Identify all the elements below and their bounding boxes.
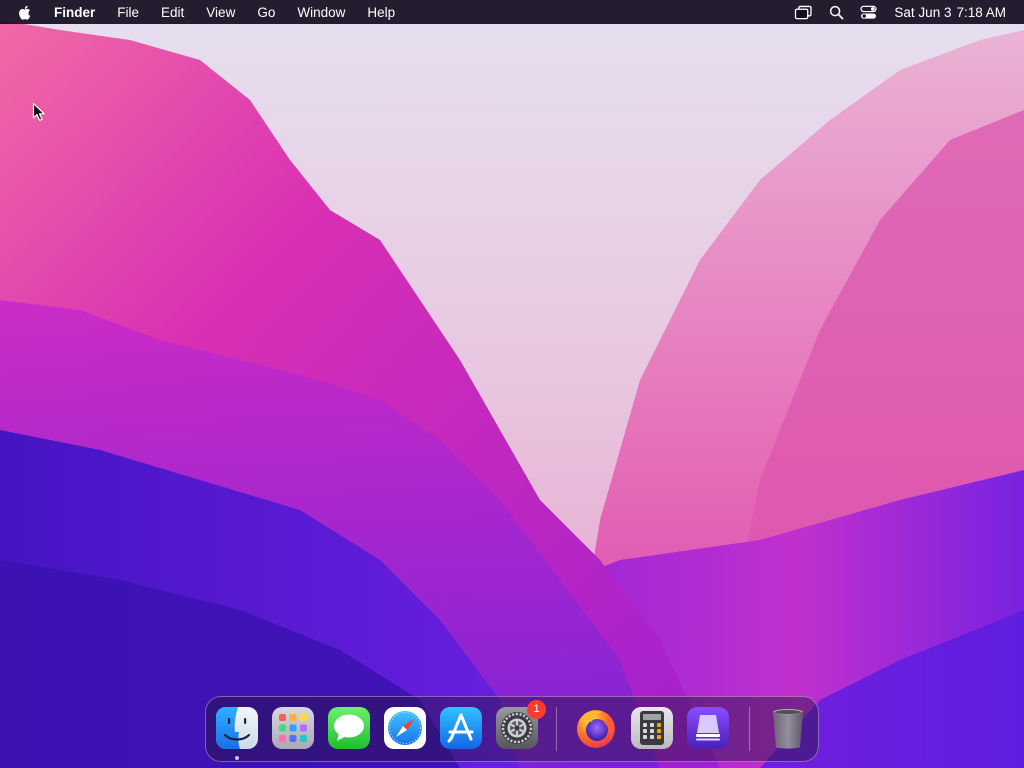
- notification-badge: 1: [527, 700, 546, 719]
- screen-mirroring-icon[interactable]: [794, 5, 813, 20]
- mouse-pointer-icon: [32, 102, 45, 121]
- menu-bar-clock[interactable]: Sat Jun 3 7:18 AM: [894, 5, 1006, 20]
- dock-item-calculator[interactable]: [629, 705, 675, 751]
- menu-bar-left: Finder File Edit View Go Window Help: [0, 0, 417, 24]
- dock-item-trash[interactable]: [765, 705, 811, 751]
- app-store-icon: [440, 707, 482, 749]
- dock-item-finder[interactable]: [214, 705, 260, 751]
- trash-icon: [773, 709, 803, 749]
- clock-time: 7:18 AM: [956, 4, 1006, 20]
- running-indicator-finder: [235, 756, 239, 760]
- spotlight-search-icon[interactable]: [829, 5, 844, 20]
- calculator-icon: [631, 707, 673, 749]
- dock-item-system-settings[interactable]: 1: [494, 700, 546, 751]
- dock-item-firefox[interactable]: [573, 705, 619, 751]
- menu-edit[interactable]: Edit: [161, 5, 184, 20]
- launchpad-icon: [272, 707, 314, 749]
- apple-menu-icon[interactable]: [18, 3, 34, 21]
- dock-separator: [749, 707, 750, 751]
- dock-item-safari[interactable]: [382, 705, 428, 751]
- apple-configurator-icon: [687, 707, 729, 749]
- menu-bar-right: Sat Jun 3 7:18 AM: [778, 0, 1024, 24]
- clock-date: Sat Jun 3: [894, 4, 952, 20]
- dock-item-launchpad[interactable]: [270, 705, 316, 751]
- messages-icon: [328, 707, 370, 749]
- menu-file[interactable]: File: [117, 5, 139, 20]
- menu-help[interactable]: Help: [367, 5, 395, 20]
- menu-app-name[interactable]: Finder: [54, 5, 95, 20]
- control-center-icon[interactable]: [860, 5, 878, 20]
- desktop-wallpaper[interactable]: [0, 0, 1024, 768]
- dock-item-messages[interactable]: [326, 705, 372, 751]
- menu-bar: Finder File Edit View Go Window Help Sat…: [0, 0, 1024, 24]
- safari-icon: [384, 707, 426, 749]
- finder-icon: [216, 707, 258, 749]
- menu-window[interactable]: Window: [297, 5, 345, 20]
- dock-item-apple-configurator[interactable]: [685, 705, 731, 751]
- menu-view[interactable]: View: [206, 5, 235, 20]
- dock-item-app-store[interactable]: [438, 705, 484, 751]
- firefox-icon: [577, 710, 615, 748]
- dock: 1: [205, 696, 819, 762]
- dock-separator: [556, 707, 557, 751]
- menu-go[interactable]: Go: [257, 5, 275, 20]
